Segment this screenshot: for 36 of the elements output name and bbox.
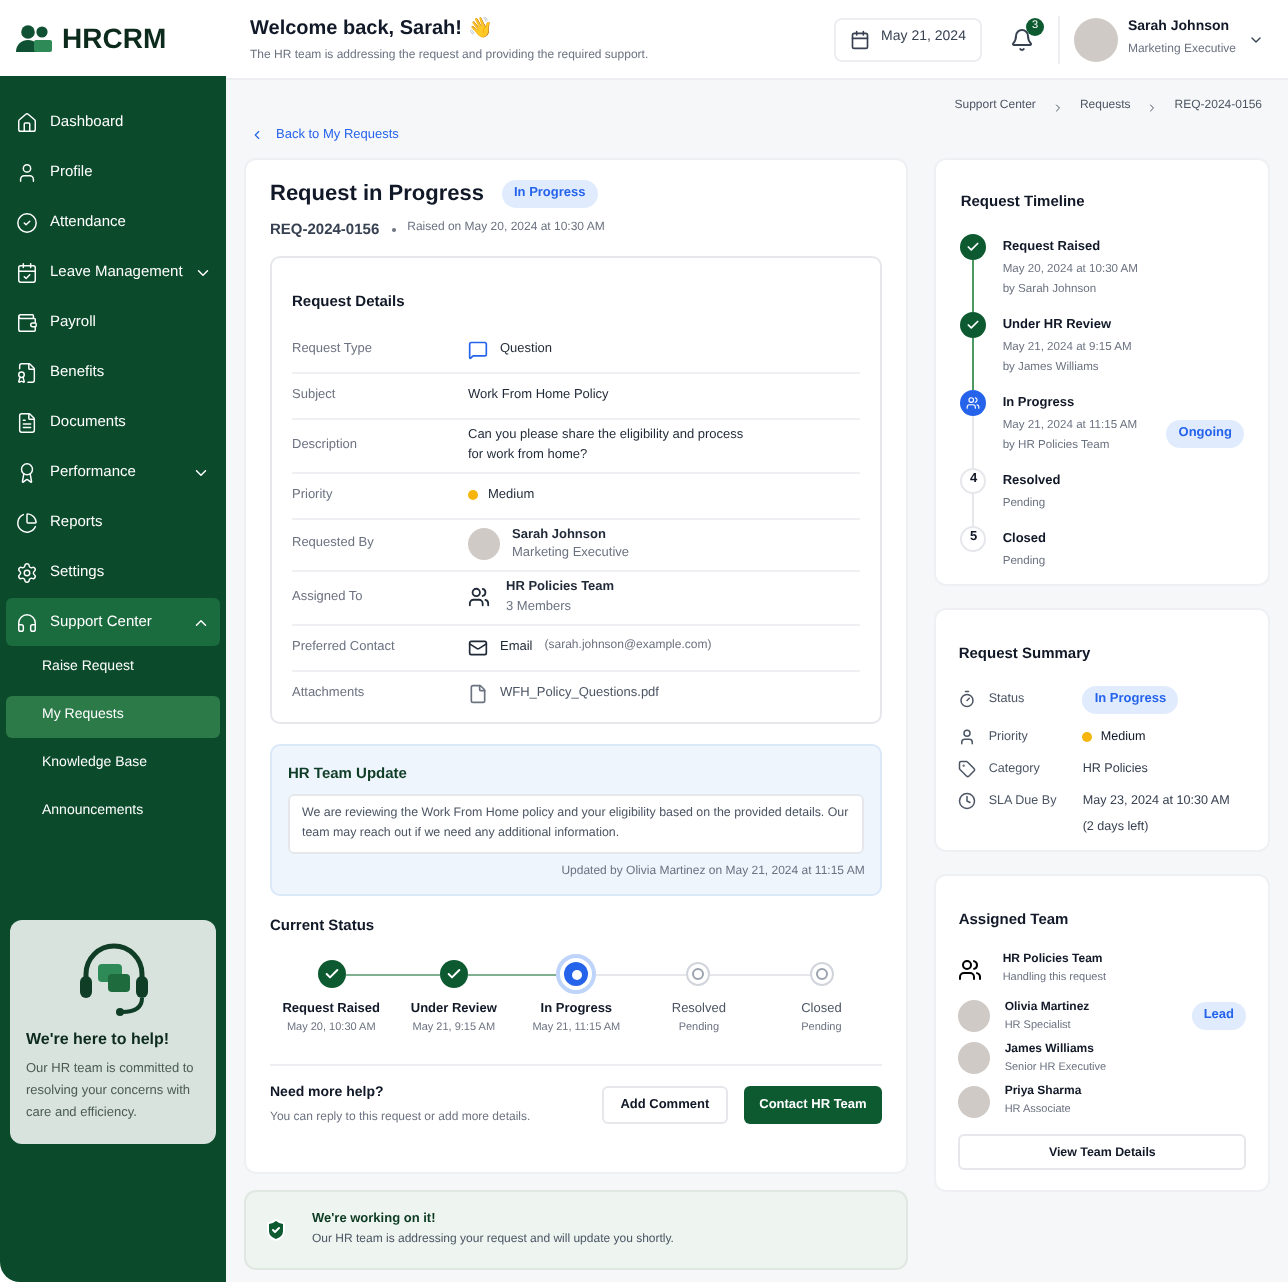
check-circle-icon	[16, 211, 38, 233]
user-icon	[958, 727, 977, 745]
avatar-placeholder	[958, 1085, 991, 1118]
file-icon	[468, 684, 488, 704]
wallet-icon	[16, 311, 38, 333]
settings-icon	[16, 561, 38, 583]
calendar-icon	[849, 29, 870, 49]
help-title: We're here to help!	[26, 1028, 172, 1052]
users-icon	[958, 957, 983, 982]
avatar-placeholder	[958, 1042, 991, 1075]
file-badge-icon	[16, 361, 38, 383]
award-icon	[16, 461, 38, 483]
welcome-title: Welcome back, Sarah! 👋	[250, 15, 494, 43]
calendar-icon	[16, 261, 38, 283]
headset-icon	[16, 611, 38, 633]
request-title: Request in Progress	[270, 179, 484, 210]
users-icon	[468, 586, 490, 609]
tag-icon	[958, 759, 977, 778]
home-icon	[16, 111, 38, 133]
clock-icon	[958, 792, 977, 811]
pie-chart-icon	[16, 511, 38, 533]
chevron-right-icon	[1051, 101, 1064, 113]
document-icon	[16, 411, 38, 433]
avatar-placeholder	[468, 528, 500, 561]
chat-icon	[468, 339, 488, 359]
people-logo-icon	[16, 23, 52, 53]
timer-icon	[958, 689, 977, 708]
avatar-placeholder	[1073, 17, 1118, 61]
shield-check-icon	[264, 1217, 288, 1242]
bell-icon[interactable]	[1009, 27, 1034, 51]
mail-icon	[468, 637, 488, 657]
brand-name: HRCRM	[62, 19, 167, 57]
chevron-left-icon	[250, 128, 264, 143]
user-icon	[16, 161, 38, 183]
avatar-placeholder	[958, 1000, 991, 1033]
chevron-right-icon	[1146, 101, 1159, 113]
